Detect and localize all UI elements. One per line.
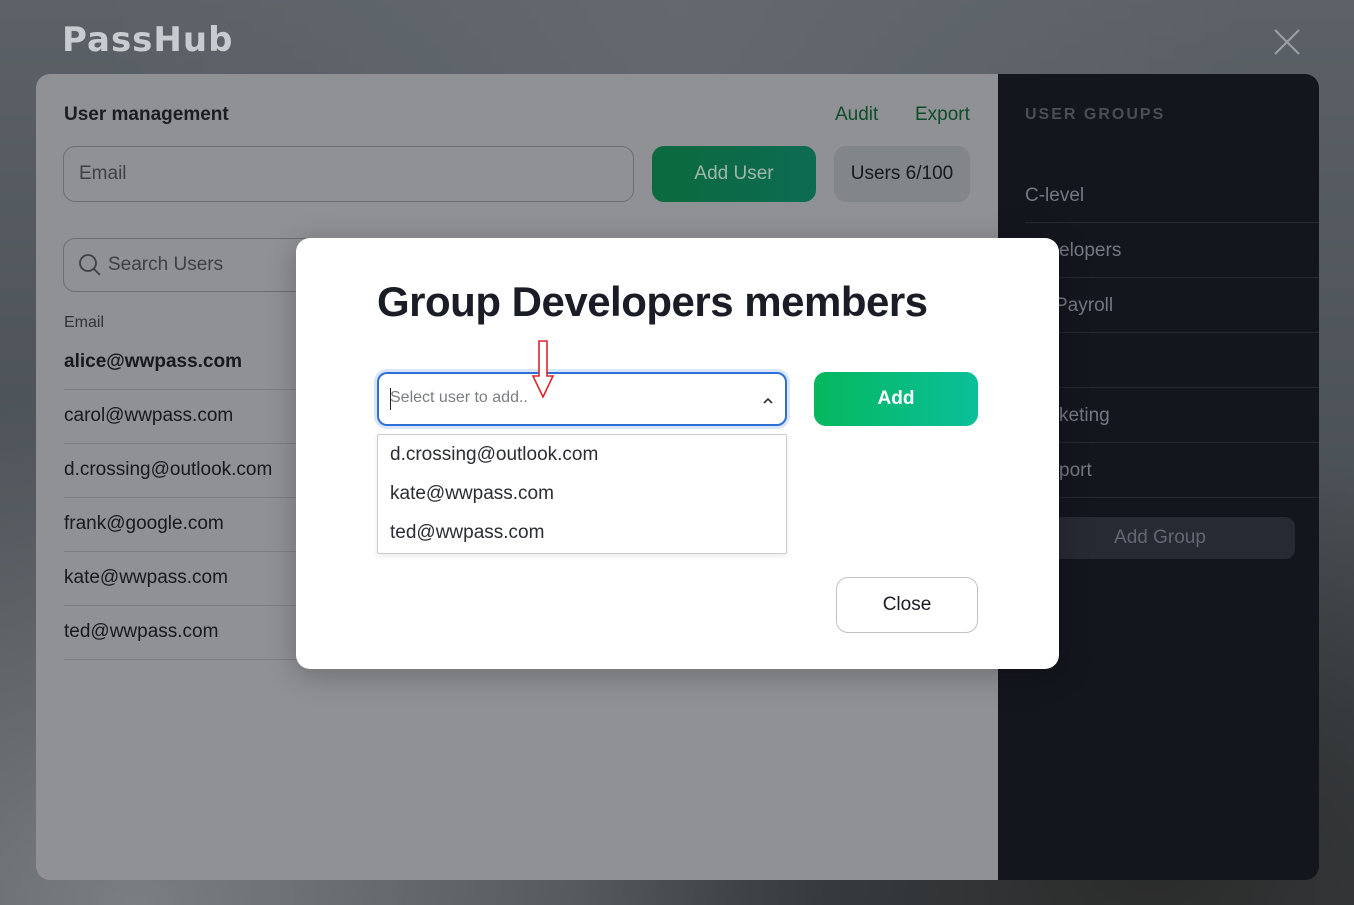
close-button[interactable]: Close: [836, 577, 978, 633]
user-select[interactable]: Select user to add..: [377, 372, 787, 426]
group-item[interactable]: Payroll: [1025, 278, 1319, 333]
close-icon[interactable]: [792, 252, 818, 278]
add-user-button[interactable]: Add User: [652, 146, 816, 202]
select-placeholder: Select user to add..: [390, 389, 528, 406]
dropdown-option[interactable]: d.crossing@outlook.com: [378, 435, 786, 474]
export-link[interactable]: Export: [915, 104, 970, 126]
add-group-button[interactable]: Add Group: [1025, 517, 1295, 559]
user-groups-title: USER GROUPS: [1025, 106, 1166, 123]
users-count-badge: Users 6/100: [834, 146, 970, 202]
group-item[interactable]: port: [1025, 443, 1319, 498]
add-button[interactable]: Add: [814, 372, 978, 426]
passhub-logo: PassHub: [62, 20, 234, 60]
group-members-dialog: Group Developers members Select user to …: [296, 238, 1059, 669]
dropdown-option[interactable]: kate@wwpass.com: [378, 474, 786, 513]
audit-link[interactable]: Audit: [835, 104, 878, 126]
group-item[interactable]: elopers: [1025, 223, 1319, 278]
user-dropdown-menu: d.crossing@outlook.com kate@wwpass.com t…: [377, 434, 787, 554]
close-icon[interactable]: [1272, 27, 1302, 57]
email-column-header: Email: [64, 314, 105, 331]
search-icon: [79, 254, 101, 276]
page-title: User management: [64, 104, 229, 125]
search-placeholder: Search Users: [108, 254, 224, 275]
arrow-down-icon: [531, 340, 555, 398]
group-item[interactable]: [1025, 333, 1319, 388]
dropdown-option[interactable]: ted@wwpass.com: [378, 513, 786, 552]
group-item[interactable]: keting: [1025, 388, 1319, 443]
group-list: C-level elopers Payroll keting port: [1025, 168, 1319, 498]
dialog-title: Group Developers members: [377, 278, 928, 325]
email-field[interactable]: Email: [63, 146, 634, 202]
group-item[interactable]: C-level: [1025, 168, 1319, 223]
chevron-up-icon[interactable]: [761, 394, 775, 408]
